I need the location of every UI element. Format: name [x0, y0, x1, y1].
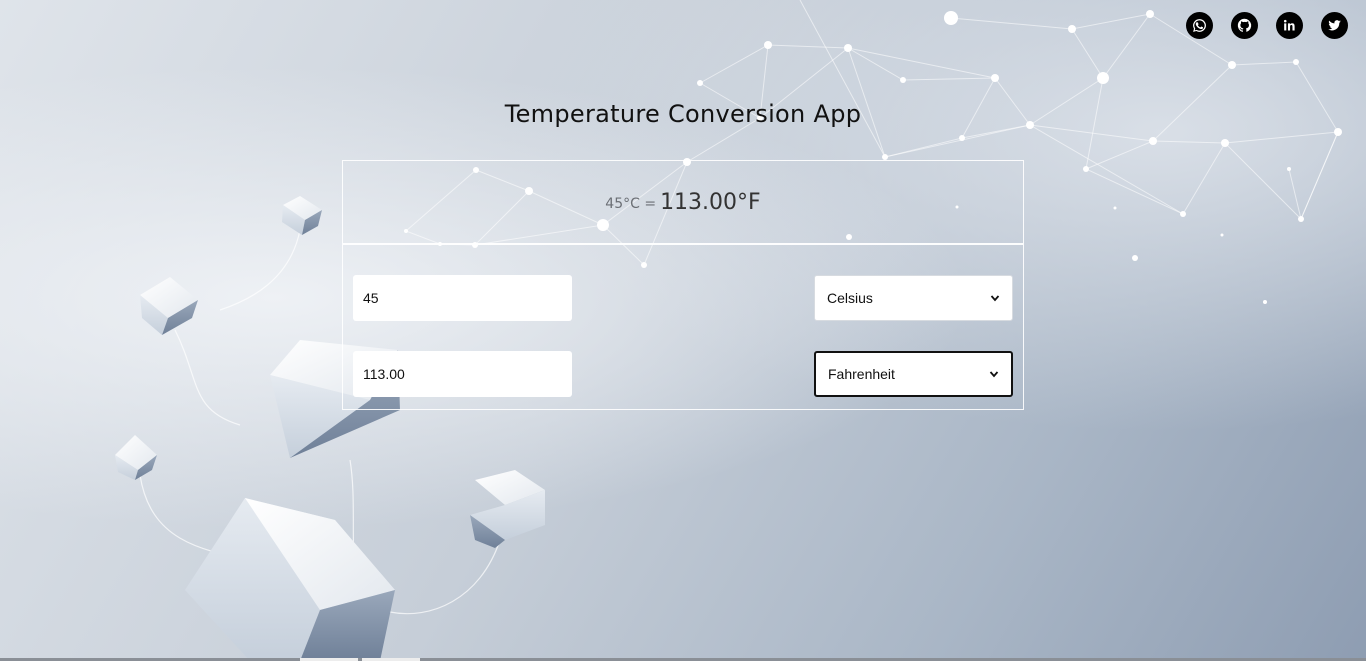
to-unit-label: Fahrenheit: [828, 366, 895, 382]
result-output-label: 113.00°F: [660, 189, 761, 215]
converter-panel: 45°C = 113.00°F Celsius Fahrenheit: [342, 160, 1024, 410]
chevron-down-icon: [990, 295, 1000, 302]
page-title: Temperature Conversion App: [504, 100, 862, 128]
from-value-input[interactable]: [353, 275, 572, 321]
twitter-icon[interactable]: [1321, 12, 1348, 39]
github-glyph: [1237, 18, 1252, 32]
to-unit-select[interactable]: Fahrenheit: [814, 351, 1013, 397]
result-input-label: 45°C =: [605, 196, 657, 212]
chevron-down-icon: [989, 371, 999, 378]
from-row: Celsius: [353, 275, 1013, 321]
from-unit-select[interactable]: Celsius: [814, 275, 1013, 321]
social-links: [1186, 12, 1348, 39]
github-icon[interactable]: [1231, 12, 1258, 39]
to-row: Fahrenheit: [353, 351, 1013, 397]
twitter-glyph: [1328, 20, 1341, 31]
whatsapp-glyph: [1193, 19, 1206, 32]
linkedin-glyph: [1283, 19, 1295, 31]
whatsapp-icon[interactable]: [1186, 12, 1213, 39]
to-value-input[interactable]: [353, 351, 572, 397]
from-unit-label: Celsius: [827, 290, 873, 306]
conversion-result: 45°C = 113.00°F: [343, 161, 1023, 245]
linkedin-icon[interactable]: [1276, 12, 1303, 39]
